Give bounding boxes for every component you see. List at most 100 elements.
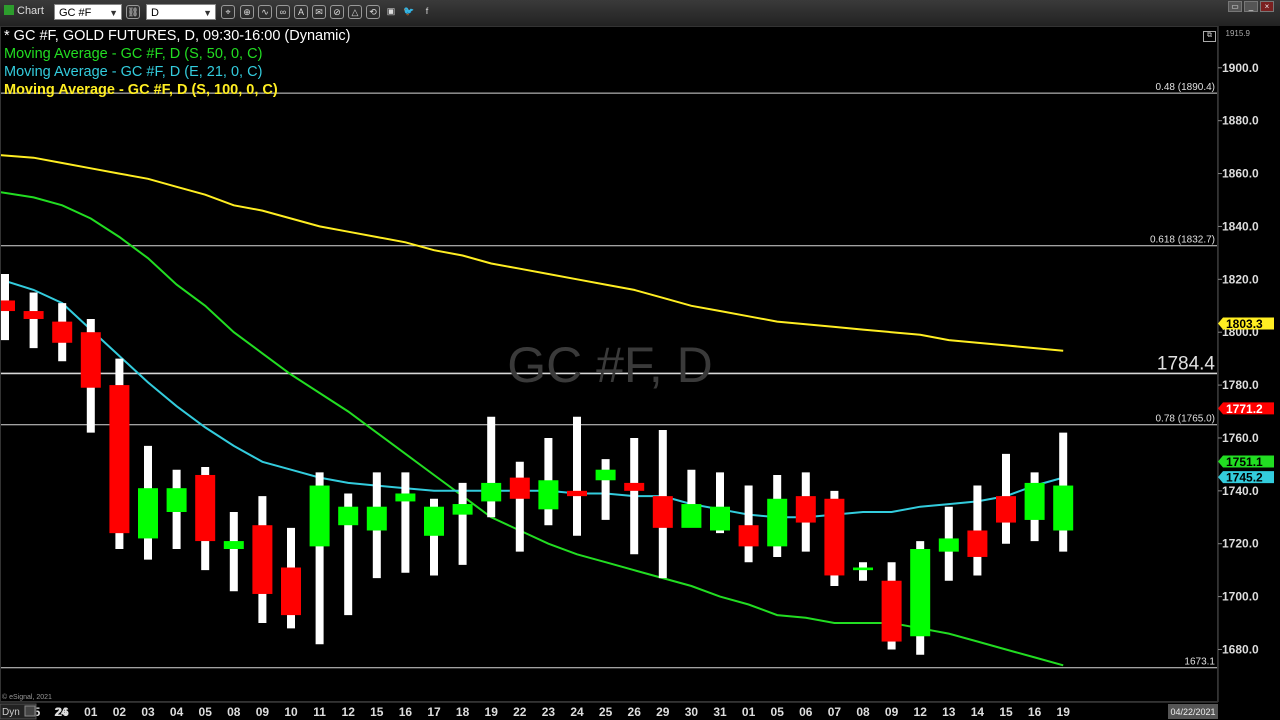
candle-body [538, 480, 559, 510]
x-tick-label: 13 [942, 705, 956, 719]
legend-item[interactable]: Moving Average - GC #F, D (S, 100, 0, C) [4, 82, 278, 98]
y-tick-label: 1820.0 [1222, 272, 1259, 286]
price-tag-label: 1771.2 [1226, 402, 1263, 416]
x-tick-label: 31 [713, 705, 727, 719]
toolbar: Chart GC #F ▼ D ▼ ⛓ ⌖ ⊕ ∿ ∞ A ✉ ⊘ △ ⟲ ▣ 🐦 … [0, 0, 1280, 27]
x-tick-label: 02 [113, 705, 127, 719]
candle-body [767, 498, 788, 547]
restore-icon[interactable]: ▭ [1228, 1, 1242, 12]
y-tick-label: 1840.0 [1222, 219, 1259, 233]
candle-body [138, 488, 158, 539]
moving-average-line [0, 278, 1064, 519]
candle-body [853, 567, 873, 571]
horizontal-line-label: 0.618 (1832.7) [1150, 235, 1215, 246]
candle-body [252, 525, 273, 594]
app-title: Chart [4, 5, 44, 17]
x-tick-label: 11 [313, 705, 326, 719]
candle-body [166, 488, 187, 512]
facebook-icon[interactable]: f [420, 5, 434, 19]
candle-body [996, 496, 1016, 523]
candle-body [23, 311, 44, 319]
alert-icon[interactable]: ✉ [312, 5, 326, 19]
moving-averages [0, 154, 1064, 667]
candle-body [0, 300, 15, 312]
legend-item[interactable]: Moving Average - GC #F, D (E, 21, 0, C) [4, 64, 262, 80]
x-tick-label: 03 [141, 705, 155, 719]
link-icon[interactable]: ∞ [276, 5, 290, 19]
close-icon[interactable]: × [1260, 1, 1274, 12]
candle-body [52, 321, 73, 343]
x-tick-label: 16 [399, 705, 413, 719]
x-tick-label: 26 [628, 705, 642, 719]
text-icon[interactable]: A [294, 5, 308, 19]
y-tick-label: 1680.0 [1222, 642, 1259, 656]
legend-item[interactable]: * GC #F, GOLD FUTURES, D, 09:30-16:00 (D… [4, 28, 351, 44]
horizontal-line-label: 0.78 (1765.0) [1156, 414, 1216, 425]
minimize-icon[interactable]: _ [1244, 1, 1258, 12]
x-tick-label: 23 [542, 705, 556, 719]
candle-body [652, 496, 673, 528]
moving-average-line [0, 154, 1064, 352]
horizontal-line-label: 1784.4 [1157, 353, 1216, 374]
twitter-icon[interactable]: 🐦 [402, 5, 416, 19]
y-axis-background [1218, 26, 1280, 720]
share-icon[interactable]: ⟲ [366, 5, 380, 19]
x-axis: 25 26 01 02 03 04 05 08 09 10 11 12 15 16 17 18 19 22 23 24… [0, 693, 1280, 720]
candle-body [938, 538, 959, 552]
candles [0, 274, 1074, 655]
y-axis: 1915.9 1680.0 1700.0 1720.0 1740.0 1760.0 1780… [1217, 26, 1280, 720]
x-tick-label: 08 [856, 705, 870, 719]
y-tick-label: 1860.0 [1222, 167, 1259, 181]
x-tick-label: 09 [256, 705, 270, 719]
x-tick-label: 06 [799, 705, 813, 719]
symbol-input[interactable]: GC #F ▼ [54, 4, 122, 20]
x-tick-label: 04 [170, 705, 184, 719]
symbol-value: GC #F [59, 7, 92, 19]
draw-icon[interactable]: ∿ [258, 5, 272, 19]
image-icon[interactable]: ▣ [384, 5, 398, 19]
candle-body [80, 332, 101, 388]
y-tick-label: 1780.0 [1222, 378, 1259, 392]
price-tag: 1745.2 [1218, 471, 1274, 485]
candle-body [109, 385, 130, 534]
candle-body [738, 525, 759, 547]
price-tag: 1771.2 [1218, 402, 1274, 416]
y-tick-label: 1760.0 [1222, 431, 1259, 445]
expand-icon[interactable]: ⧉ [1203, 31, 1216, 42]
candle-body [366, 506, 387, 531]
candle-body [481, 482, 502, 502]
x-tick-label: 05 [771, 705, 785, 719]
interval-input[interactable]: D ▼ [146, 4, 216, 20]
fib-icon[interactable]: ⊘ [330, 5, 344, 19]
x-tick-label: 19 [485, 705, 499, 719]
interval-dropdown-icon[interactable]: ▼ [203, 5, 212, 21]
scroll-icon [24, 705, 36, 717]
candle-body [195, 474, 216, 542]
x-tick-label: 10 [284, 705, 298, 719]
symbol-dropdown-icon[interactable]: ▼ [109, 5, 118, 21]
candle-body [795, 496, 816, 523]
price-tag: 1751.1 [1218, 455, 1274, 469]
date-label: 04/22/2021 [1170, 707, 1215, 717]
price-tag-label: 1751.1 [1226, 455, 1263, 469]
zoom-icon[interactable]: ⊕ [240, 5, 254, 19]
candle-body [681, 504, 702, 528]
y-tick-label: 1720.0 [1222, 537, 1259, 551]
horizontal-line-label: 0.48 (1890.4) [1156, 82, 1216, 93]
legend-item[interactable]: Moving Average - GC #F, D (S, 50, 0, C) [4, 46, 262, 62]
chart-logo-icon [4, 5, 14, 15]
x-tick-label: 18 [456, 705, 470, 719]
pattern-icon[interactable]: △ [348, 5, 362, 19]
x-tick-label: 07 [828, 705, 842, 719]
x-tick-label: 08 [227, 705, 241, 719]
candle-body [910, 549, 931, 637]
candle-body [452, 504, 473, 515]
link-symbol-icon[interactable]: ⛓ [126, 5, 140, 19]
candlestick-chart[interactable]: 0.48 (1890.4) 0.618 (1832.7) 1784.4 0.78 (1… [0, 26, 1280, 720]
x-tick-label: 15 [370, 705, 384, 719]
candle-body [710, 506, 730, 531]
interval-value: D [151, 7, 159, 19]
crosshair-icon[interactable]: ⌖ [221, 5, 235, 19]
chart-watermark: GC #F, D [507, 337, 713, 393]
x-tick-label: 19 [1057, 705, 1071, 719]
